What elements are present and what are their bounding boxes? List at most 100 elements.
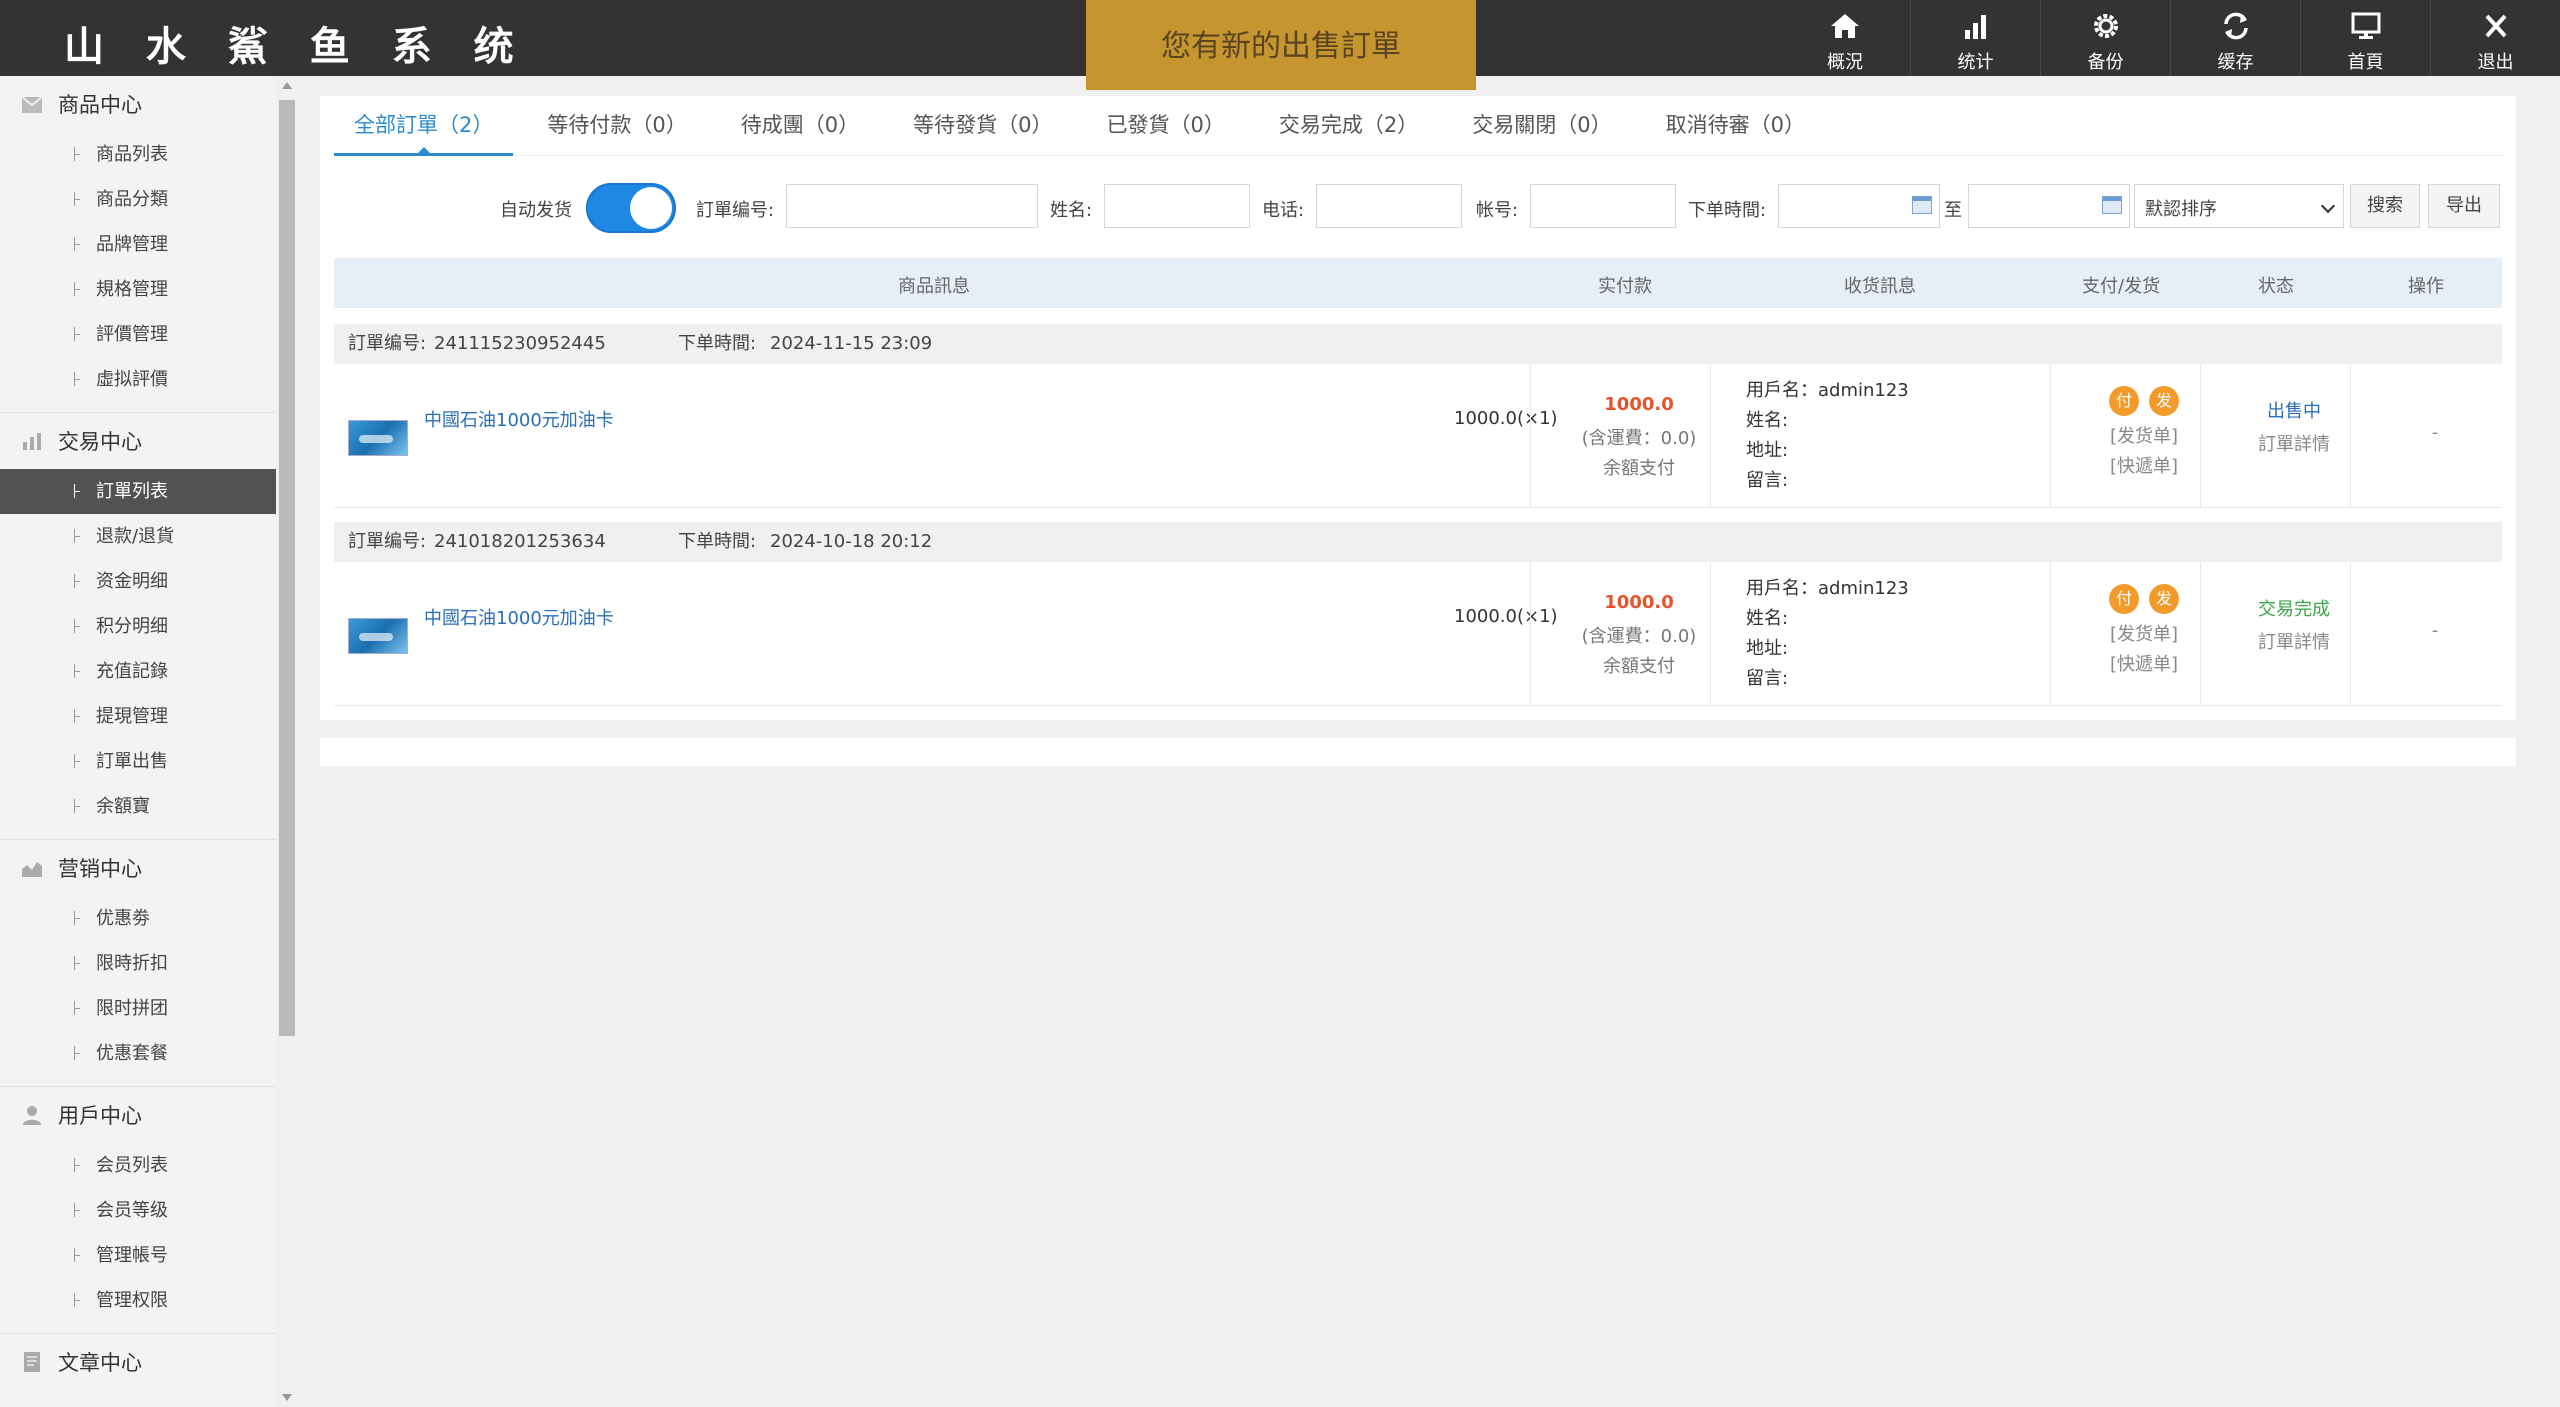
sidebar-item-order-sale[interactable]: 訂單出售 xyxy=(0,739,297,784)
sidebar-item-points[interactable]: 积分明细 xyxy=(0,604,297,649)
order-time-caption: 下单時間: xyxy=(678,531,757,552)
product-thumbnail[interactable] xyxy=(348,420,408,456)
sidebar-item-members[interactable]: 会员列表 xyxy=(0,1143,297,1188)
express-doc-link[interactable]: [快遞单] xyxy=(2074,650,2214,680)
tab-pending-group[interactable]: 待成團（0） xyxy=(721,96,879,156)
sidebar-group-head[interactable]: 文章中心 xyxy=(0,1334,297,1390)
nav-label: 概況 xyxy=(1827,52,1863,73)
order-ops: - xyxy=(2431,422,2439,443)
tab-awaiting-shipment[interactable]: 等待發貨（0） xyxy=(893,96,1072,156)
order-detail-link[interactable]: 訂單詳情 xyxy=(2220,430,2368,460)
sidebar-item-bundle[interactable]: 优惠套餐 xyxy=(0,1031,297,1076)
refresh-icon xyxy=(2223,12,2248,40)
sidebar-item-label: 限時折扣 xyxy=(96,953,168,974)
scrollbar-thumb[interactable] xyxy=(279,100,295,1036)
nav-overview[interactable]: 概況 xyxy=(1780,0,1910,76)
express-doc-link[interactable]: [快遞单] xyxy=(2074,452,2214,482)
sidebar-item-permissions[interactable]: 管理权限 xyxy=(0,1278,297,1323)
order-no-input[interactable] xyxy=(786,184,1038,228)
sidebar-item-brand[interactable]: 品牌管理 xyxy=(0,222,297,267)
sidebar-item-coupon[interactable]: 优惠劵 xyxy=(0,896,297,941)
home-icon xyxy=(1831,14,1859,38)
export-button[interactable]: 导出 xyxy=(2428,184,2500,228)
sidebar-item-label: 管理帳号 xyxy=(96,1245,168,1266)
sidebar-item-goods-list[interactable]: 商品列表 xyxy=(0,132,297,177)
nav-stats[interactable]: 统计 xyxy=(1910,0,2040,76)
order-time: 2024-10-18 20:12 xyxy=(770,531,933,552)
sidebar-group-head[interactable]: 交易中心 xyxy=(0,413,297,469)
paid-amount: 1000.0 xyxy=(1604,592,1674,613)
tab-cancel-review[interactable]: 取消待審（0） xyxy=(1646,96,1825,156)
search-button[interactable]: 搜索 xyxy=(2350,184,2420,228)
product-link[interactable]: 中國石油1000元加油卡 xyxy=(424,604,614,630)
tab-closed[interactable]: 交易關閉（0） xyxy=(1452,96,1631,156)
order-no-label: 訂單编号: xyxy=(696,200,775,221)
sidebar-item-funds[interactable]: 资金明细 xyxy=(0,559,297,604)
sidebar-scrollbar[interactable] xyxy=(276,76,298,1407)
sidebar-item-refund[interactable]: 退款/退貨 xyxy=(0,514,297,559)
sidebar-group-head[interactable]: 营销中心 xyxy=(0,840,297,896)
sidebar-item-label: 管理权限 xyxy=(96,1290,168,1311)
divider xyxy=(2350,364,2351,508)
sidebar-item-goods-category[interactable]: 商品分類 xyxy=(0,177,297,222)
sidebar-group-title: 营销中心 xyxy=(58,857,142,881)
sidebar-item-review[interactable]: 評價管理 xyxy=(0,312,297,357)
product-link[interactable]: 中國石油1000元加油卡 xyxy=(424,406,614,432)
phone-input[interactable] xyxy=(1316,184,1462,228)
scroll-down-icon[interactable] xyxy=(282,1394,292,1401)
scroll-up-icon[interactable] xyxy=(282,82,292,89)
nav-home[interactable]: 首頁 xyxy=(2300,0,2430,76)
sidebar-item-discount[interactable]: 限時折扣 xyxy=(0,941,297,986)
account-input[interactable] xyxy=(1530,184,1676,228)
sidebar-group-head[interactable]: 商品中心 xyxy=(0,76,297,132)
divider xyxy=(2200,562,2201,706)
calendar-icon[interactable] xyxy=(2102,196,2122,214)
shipping-doc-link[interactable]: [发货单] xyxy=(2074,620,2214,650)
sidebar-item-balance[interactable]: 余額寶 xyxy=(0,784,297,829)
product-qty: 1000.0(×1) xyxy=(1454,606,1558,627)
payment-method: 余額支付 xyxy=(1603,656,1675,677)
sidebar-group-articles: 文章中心 xyxy=(0,1334,297,1400)
shipping-doc-link[interactable]: [发货单] xyxy=(2074,422,2214,452)
divider xyxy=(2200,364,2201,508)
shipping-fee: (含運費：0.0) xyxy=(1581,626,1697,647)
sidebar-item-group-buy[interactable]: 限时拼团 xyxy=(0,986,297,1031)
nav-backup[interactable]: 备份 xyxy=(2040,0,2170,76)
sidebar-group-users: 用戶中心 会员列表 会员等级 管理帳号 管理权限 xyxy=(0,1087,297,1334)
sidebar-item-order-list[interactable]: 訂單列表 xyxy=(0,469,297,514)
sidebar-item-label: 虛拟評價 xyxy=(96,369,168,390)
pay-ship-cell: 付 发 [发货单] [快遞单] xyxy=(2074,386,2214,482)
tab-completed[interactable]: 交易完成（2） xyxy=(1259,96,1438,156)
sidebar-item-recharge[interactable]: 充值記錄 xyxy=(0,649,297,694)
sidebar-item-label: 規格管理 xyxy=(96,279,168,300)
divider xyxy=(2050,364,2051,508)
tab-all-orders[interactable]: 全部訂單（2） xyxy=(334,96,514,156)
nav-label: 备份 xyxy=(2087,52,2124,73)
name-input[interactable] xyxy=(1104,184,1250,228)
sort-select[interactable]: 默認排序 xyxy=(2134,184,2344,228)
sidebar-item-label: 资金明细 xyxy=(96,571,168,592)
tab-awaiting-payment[interactable]: 等待付款（0） xyxy=(527,96,706,156)
nav-label: 缓存 xyxy=(2217,52,2254,73)
new-order-notice[interactable]: 您有新的出售訂單 xyxy=(1086,0,1476,90)
table-header: 商品訊息 实付款 收货訊息 支付/发货 状态 操作 xyxy=(334,258,2502,308)
col-receiver: 收货訊息 xyxy=(1844,276,1916,297)
sidebar-item-spec[interactable]: 規格管理 xyxy=(0,267,297,312)
sidebar-group-head[interactable]: 用戶中心 xyxy=(0,1087,297,1143)
product-thumbnail[interactable] xyxy=(348,618,408,654)
sidebar-item-member-level[interactable]: 会员等级 xyxy=(0,1188,297,1233)
order-detail-link[interactable]: 訂單詳情 xyxy=(2220,628,2368,658)
sidebar-group-goods: 商品中心 商品列表 商品分類 品牌管理 規格管理 評價管理 虛拟評價 xyxy=(0,76,297,413)
top-nav: 概況 统计 备份 缓存 首頁 退出 xyxy=(1780,0,2560,76)
divider xyxy=(2050,562,2051,706)
tab-shipped[interactable]: 已發貨（0） xyxy=(1087,96,1245,156)
sidebar-item-label: 訂單出售 xyxy=(96,751,168,772)
sidebar-item-label: 会员列表 xyxy=(96,1155,168,1176)
nav-logout[interactable]: 退出 xyxy=(2430,0,2560,76)
calendar-icon[interactable] xyxy=(1912,196,1932,214)
sidebar-item-admin-accounts[interactable]: 管理帳号 xyxy=(0,1233,297,1278)
sidebar-item-withdraw[interactable]: 提現管理 xyxy=(0,694,297,739)
sidebar-item-virtual-review[interactable]: 虛拟評價 xyxy=(0,357,297,402)
auto-ship-toggle[interactable] xyxy=(586,183,676,233)
nav-cache[interactable]: 缓存 xyxy=(2170,0,2300,76)
